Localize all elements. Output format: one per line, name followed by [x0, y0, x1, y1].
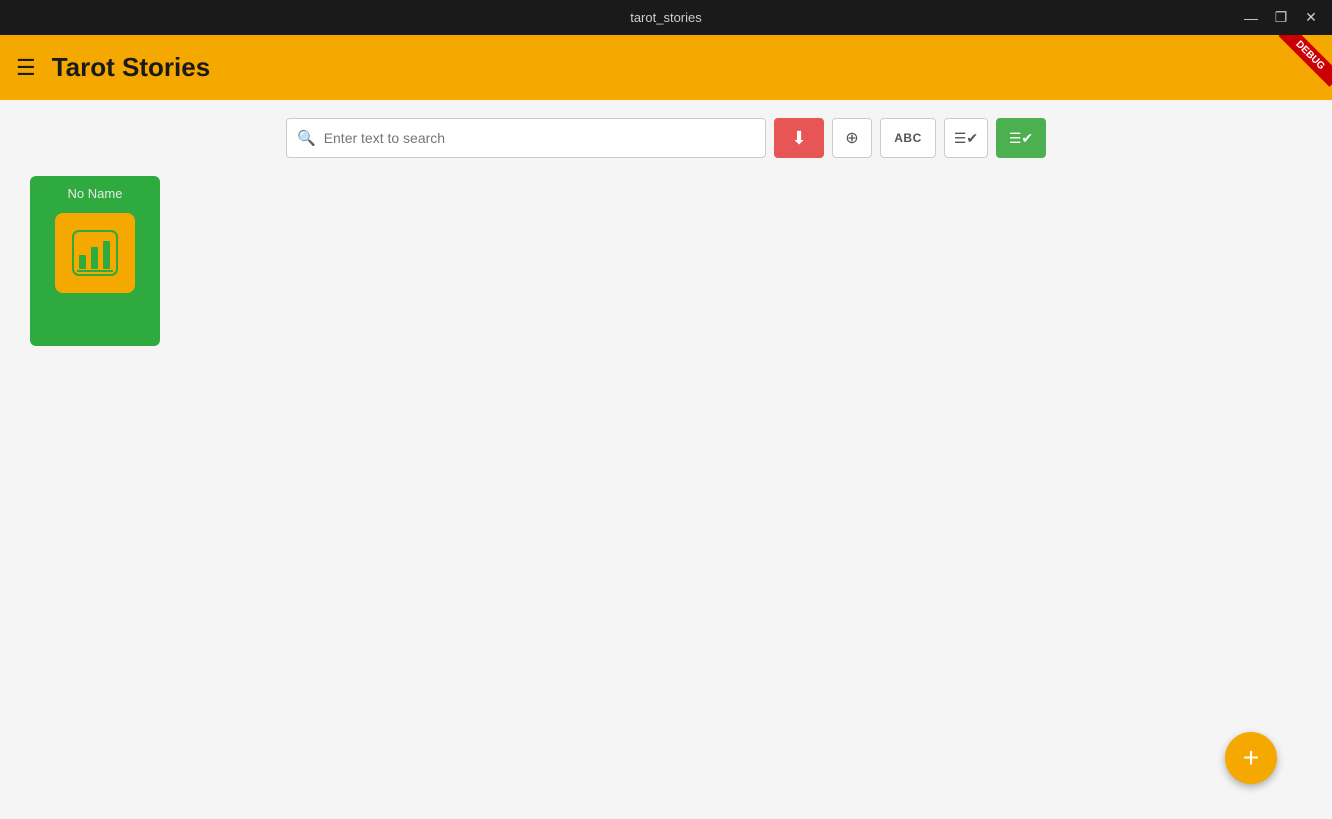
appbar: ☰ Tarot Stories — [0, 35, 1332, 100]
maximize-button[interactable]: ❐ — [1268, 8, 1294, 28]
abc-button[interactable]: ABC — [880, 118, 936, 158]
fab-add-button[interactable]: + — [1225, 732, 1277, 784]
window-title: tarot_stories — [630, 10, 702, 25]
add-circle-icon: ⊕ — [845, 128, 858, 148]
app-title: Tarot Stories — [52, 52, 210, 83]
search-container: 🔍 — [286, 118, 766, 158]
minimize-button[interactable]: — — [1238, 8, 1264, 28]
checklist-button[interactable]: ☰✔ — [944, 118, 988, 158]
card-icon-background — [55, 213, 135, 293]
checklist-icon: ☰✔ — [954, 130, 978, 147]
titlebar: tarot_stories — ❐ ✕ — [0, 0, 1332, 35]
main-content: 🔍 ⬇ ⊕ ABC ☰✔ ☰✔ No Name — [0, 100, 1332, 819]
search-icon: 🔍 — [297, 129, 316, 147]
check-all-button[interactable]: ☰✔ — [996, 118, 1046, 158]
project-card[interactable]: No Name — [30, 176, 160, 346]
download-icon: ⬇ — [791, 128, 806, 149]
window-controls: — ❐ ✕ — [1238, 8, 1324, 28]
close-button[interactable]: ✕ — [1298, 8, 1324, 28]
card-grid: No Name — [0, 176, 1332, 346]
search-input[interactable] — [324, 130, 755, 146]
check-all-icon: ☰✔ — [1009, 130, 1033, 147]
menu-icon[interactable]: ☰ — [16, 55, 36, 81]
download-button[interactable]: ⬇ — [774, 118, 824, 158]
debug-banner — [1272, 35, 1332, 95]
card-title: No Name — [68, 186, 123, 201]
add-button[interactable]: ⊕ — [832, 118, 872, 158]
chart-bar-icon — [69, 227, 121, 279]
toolbar-row: 🔍 ⬇ ⊕ ABC ☰✔ ☰✔ — [0, 100, 1332, 176]
